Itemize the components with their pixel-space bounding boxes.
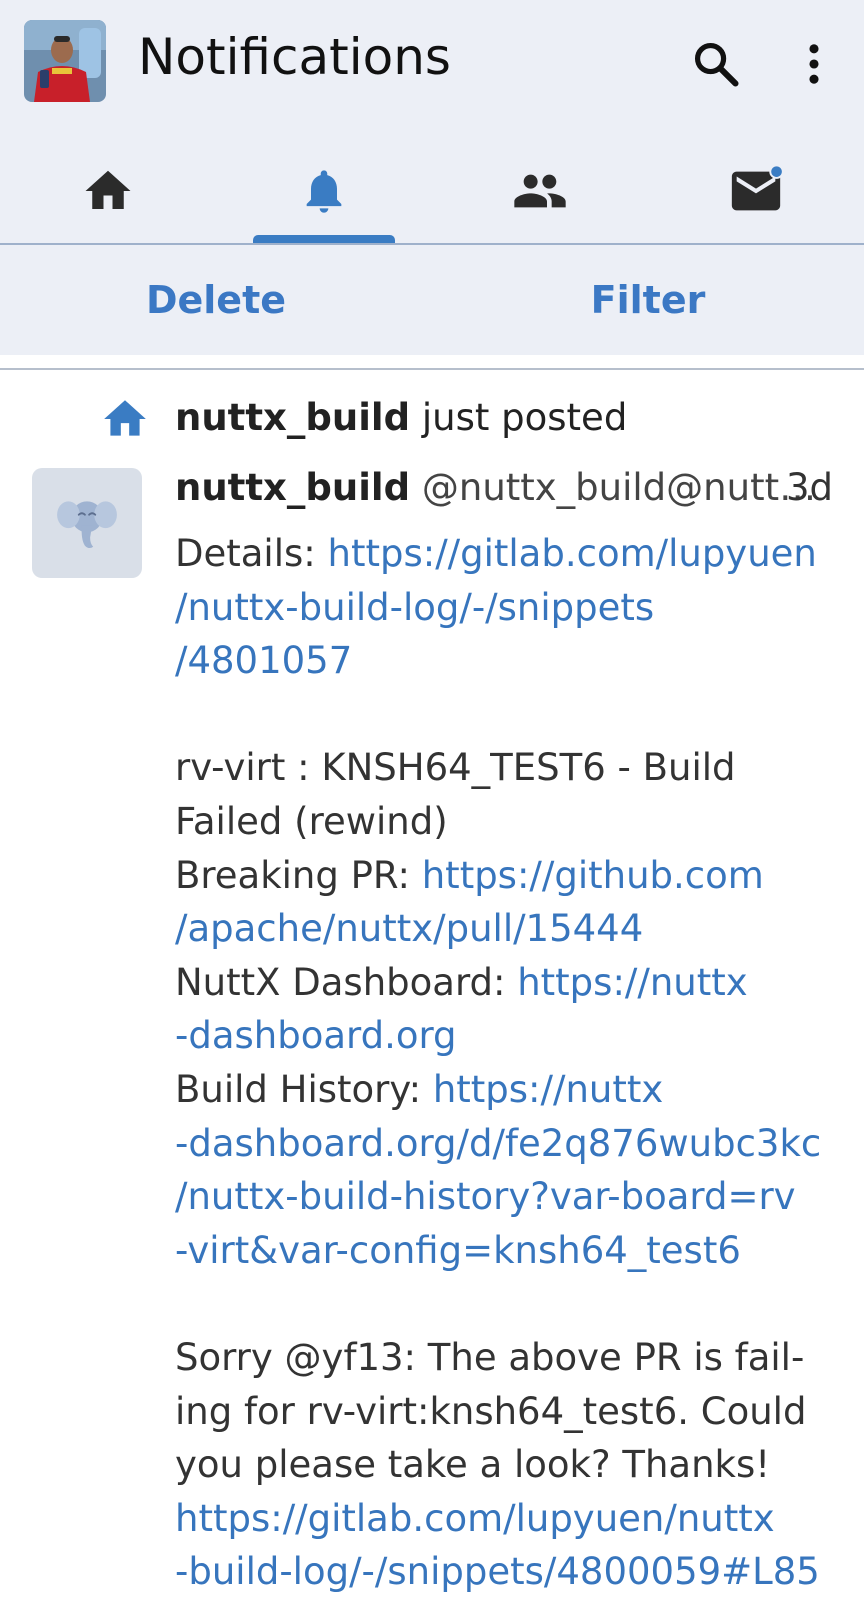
tab-home[interactable] bbox=[0, 140, 216, 242]
details-link[interactable]: https://gitlab.com/lupyuen bbox=[328, 532, 817, 575]
dashboard-link[interactable]: https://nuttx bbox=[517, 961, 747, 1004]
content-text: rv-virt : KNSH64_TEST6 - Build bbox=[175, 746, 736, 790]
page-title: Notifications bbox=[138, 28, 451, 86]
mail-icon bbox=[731, 164, 784, 211]
bell-icon bbox=[306, 170, 342, 213]
search-button[interactable] bbox=[688, 36, 744, 92]
content-line: Details: https://gitlab.com/lupyuen bbox=[175, 527, 845, 581]
more-options-button[interactable] bbox=[786, 36, 842, 92]
details-link[interactable]: /4801057 bbox=[175, 634, 845, 688]
status-author-avatar[interactable] bbox=[32, 468, 142, 578]
delete-button[interactable]: Delete bbox=[0, 245, 432, 355]
status-content: Details: https://gitlab.com/lupyuen /nut… bbox=[175, 527, 845, 1599]
content-text: Sorry @yf13: The above PR is fail- bbox=[175, 1335, 805, 1379]
actor-name[interactable]: nuttx_build bbox=[175, 396, 410, 439]
home-icon bbox=[100, 394, 150, 444]
author-display-name[interactable]: nuttx_build bbox=[175, 466, 410, 509]
build-history-link[interactable]: /nuttx-build-history?var-board=rv bbox=[175, 1170, 845, 1224]
build-log-link[interactable]: https://gitlab.com/lupyuen/nuttx bbox=[175, 1492, 845, 1546]
build-log-link[interactable]: -build-log/-/snippets/4800059#L85 bbox=[175, 1545, 845, 1599]
divider bbox=[0, 368, 864, 370]
content-line: NuttX Dashboard: https://nuttx bbox=[175, 956, 845, 1010]
build-history-link[interactable]: https://nuttx bbox=[433, 1068, 663, 1111]
content-text: Build History: bbox=[175, 1067, 433, 1111]
content-line: Breaking PR: https://github.com bbox=[175, 849, 845, 903]
content-text: Breaking PR: bbox=[175, 853, 422, 897]
notification-verb: just posted bbox=[421, 396, 628, 439]
tab-people[interactable] bbox=[432, 140, 648, 242]
notification-actions: Delete Filter bbox=[0, 245, 864, 355]
build-history-link[interactable]: -virt&var-config=knsh64_test6 bbox=[175, 1224, 845, 1278]
build-history-link[interactable]: -dashboard.org/d/fe2q876wubc3kc bbox=[175, 1117, 845, 1171]
notification-header[interactable]: nuttx_build just posted bbox=[0, 392, 864, 448]
tab-notifications[interactable] bbox=[216, 140, 432, 242]
more-vert-icon bbox=[809, 44, 819, 84]
content-text: NuttX Dashboard: bbox=[175, 960, 518, 1004]
breaking-pr-link[interactable]: https://github.com bbox=[422, 854, 764, 897]
tab-bar bbox=[0, 140, 864, 244]
content-text: Details: bbox=[175, 532, 328, 575]
content-text: Failed (rewind) bbox=[175, 799, 448, 843]
home-icon bbox=[85, 170, 131, 209]
tab-messages[interactable] bbox=[648, 140, 864, 242]
details-link[interactable]: /nuttx-build-log/-/snippets bbox=[175, 581, 845, 635]
notification-summary: nuttx_build just posted bbox=[175, 396, 627, 439]
status-header: nuttx_build @nuttx_build@nutt… 3d bbox=[175, 466, 835, 514]
top-app-bar: Notifications Delete Filter bbox=[0, 0, 864, 355]
people-icon bbox=[514, 174, 566, 208]
content-text: you please take a look? Thanks! bbox=[175, 1443, 771, 1487]
profile-photo bbox=[24, 20, 106, 102]
dashboard-link[interactable]: -dashboard.org bbox=[175, 1009, 845, 1063]
content-text: ing for rv-virt:knsh64_test6. Could bbox=[175, 1389, 807, 1433]
status-timestamp: 3d bbox=[785, 466, 833, 509]
unread-badge bbox=[769, 164, 784, 179]
search-icon bbox=[694, 42, 739, 87]
header: Notifications bbox=[0, 0, 864, 130]
content-line: Build History: https://nuttx bbox=[175, 1063, 845, 1117]
breaking-pr-link[interactable]: /apache/nuttx/pull/15444 bbox=[175, 902, 845, 956]
elephant-icon bbox=[57, 501, 117, 549]
filter-button[interactable]: Filter bbox=[432, 245, 864, 355]
author-handle[interactable]: @nuttx_build@nutt… bbox=[422, 466, 816, 509]
profile-avatar[interactable] bbox=[24, 20, 106, 102]
